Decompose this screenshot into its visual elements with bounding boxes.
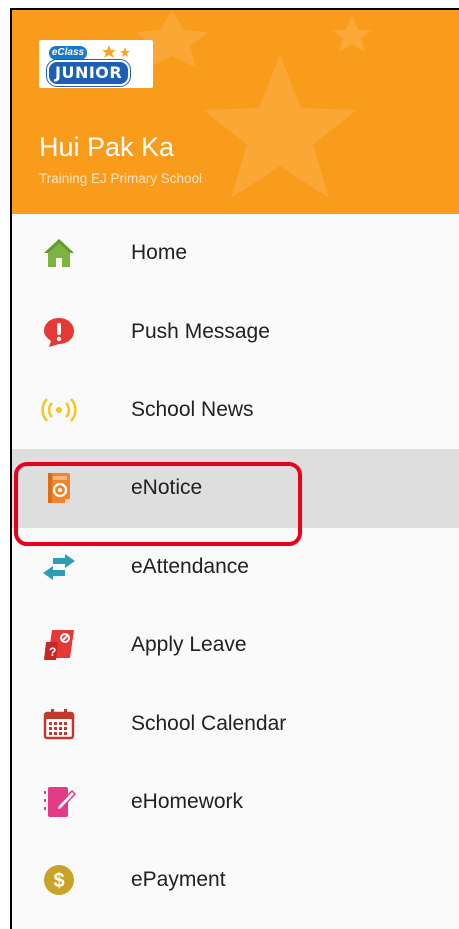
menu-item-label: ePayment <box>131 868 226 892</box>
svg-text:?: ? <box>49 645 56 659</box>
drawer-menu: Home Push Message School News eNotice eA… <box>12 214 459 920</box>
homework-notebook-icon <box>40 783 78 821</box>
menu-item-push-message[interactable]: Push Message <box>12 292 459 370</box>
menu-item-label: eNotice <box>131 476 203 500</box>
menu-item-school-news[interactable]: School News <box>12 371 459 449</box>
menu-item-label: School Calendar <box>131 711 287 735</box>
menu-item-home[interactable]: Home <box>12 214 459 292</box>
navigation-drawer: eClass JUNIOR Hui Pak Ka Training EJ Pri… <box>10 8 459 929</box>
svg-text:$: $ <box>53 870 64 892</box>
menu-item-enotice[interactable]: eNotice <box>12 449 459 528</box>
menu-item-label: Apply Leave <box>131 633 247 657</box>
exclamation-bubble-icon <box>40 313 78 351</box>
leave-card-icon: ? <box>40 626 78 664</box>
home-icon <box>40 234 78 272</box>
school-name: Training EJ Primary School <box>39 171 203 186</box>
logo-junior-text: JUNIOR <box>47 60 131 86</box>
menu-item-label: eHomework <box>131 789 244 813</box>
menu-item-school-calendar[interactable]: School Calendar <box>12 684 459 762</box>
menu-item-eattendance[interactable]: eAttendance <box>12 528 459 606</box>
logo-stars-icon <box>102 45 130 58</box>
notice-book-icon <box>40 469 78 507</box>
dollar-coin-icon: $ <box>40 861 78 899</box>
drawer-header: eClass JUNIOR Hui Pak Ka Training EJ Pri… <box>12 10 459 214</box>
menu-item-label: Home <box>131 241 188 265</box>
menu-item-label: eAttendance <box>131 554 249 578</box>
calendar-icon <box>40 705 78 743</box>
broadcast-icon <box>40 391 78 429</box>
user-name: Hui Pak Ka <box>39 132 175 162</box>
logo-eclass-text: eClass <box>49 46 87 60</box>
swap-arrows-icon <box>40 548 78 586</box>
menu-item-ehomework[interactable]: eHomework <box>12 763 459 841</box>
menu-item-label: School News <box>131 397 254 421</box>
eclass-junior-logo: eClass JUNIOR <box>39 40 153 88</box>
menu-item-label: Push Message <box>131 319 270 343</box>
menu-item-apply-leave[interactable]: ? Apply Leave <box>12 606 459 684</box>
menu-item-epayment[interactable]: $ ePayment <box>12 841 459 919</box>
